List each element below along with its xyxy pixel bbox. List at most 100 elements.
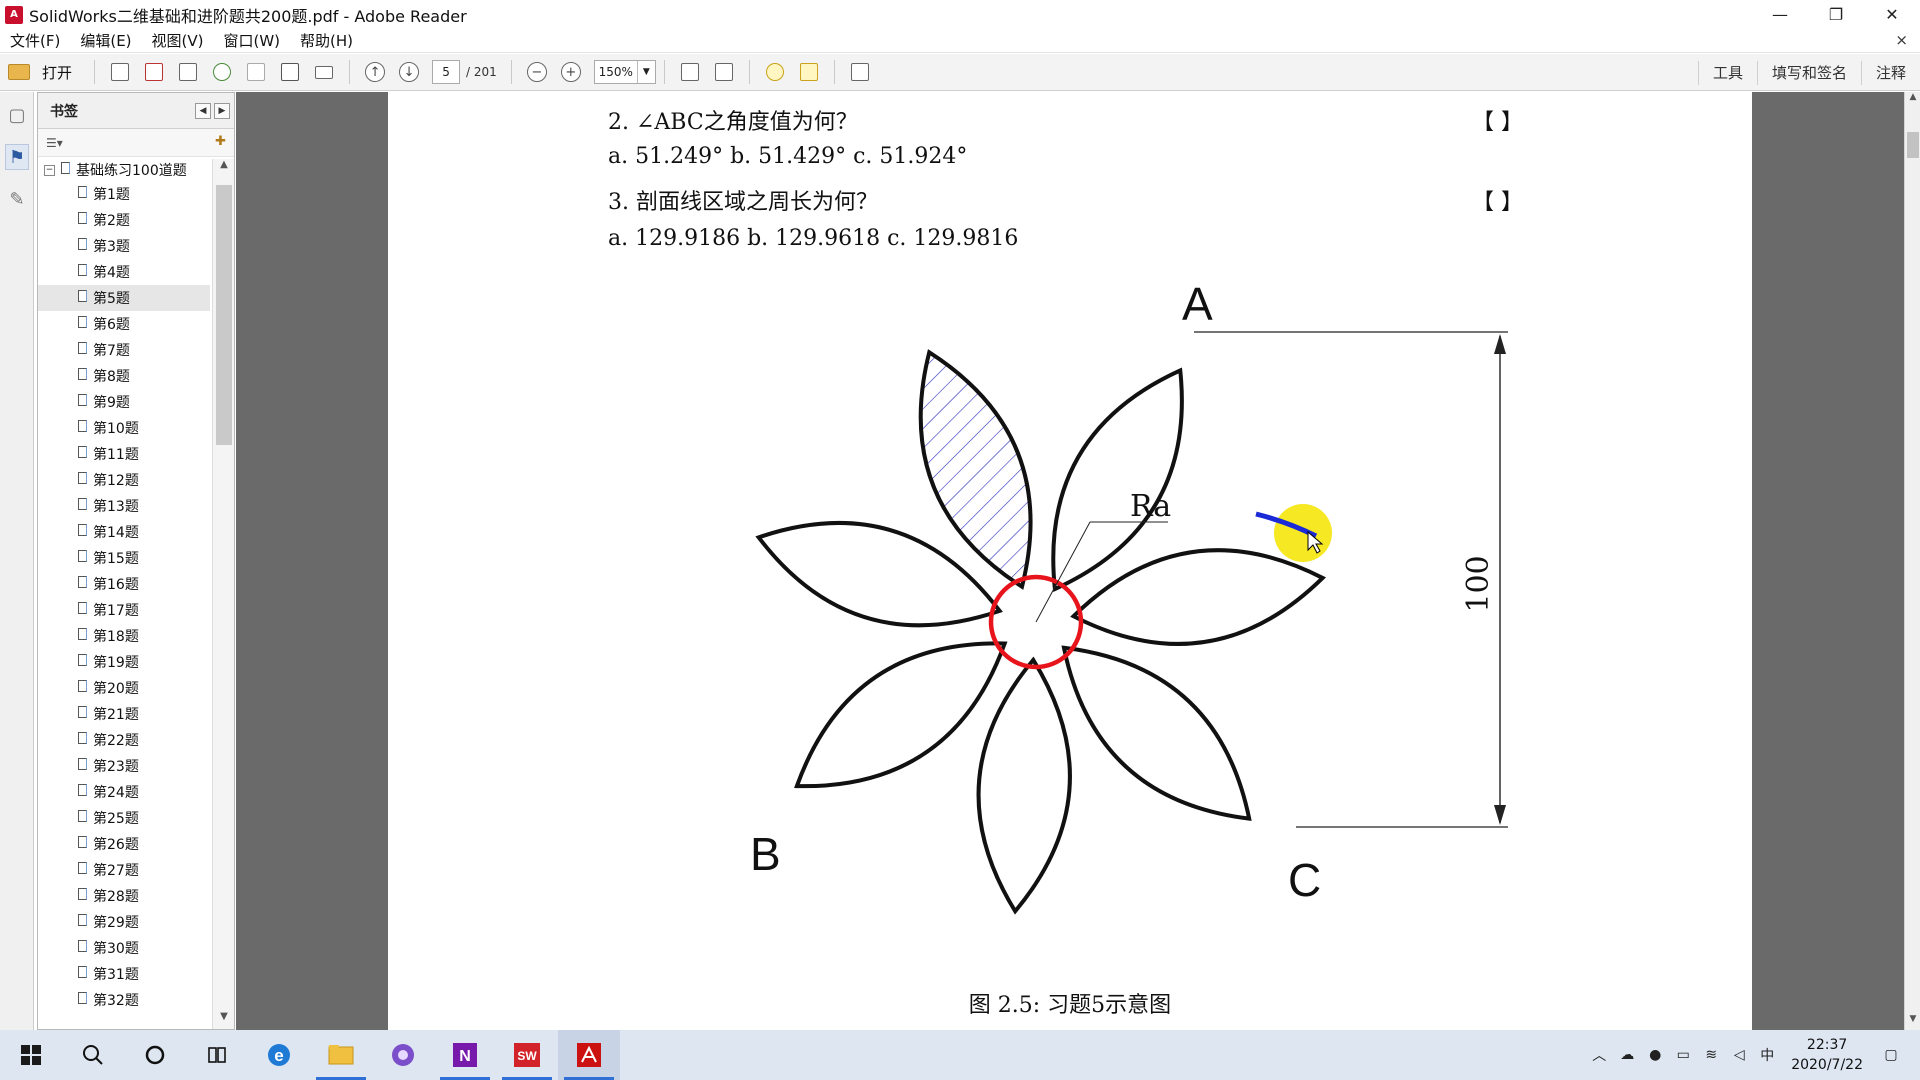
chevron-up-icon[interactable]: ︿ [1588,1045,1610,1065]
chevron-down-icon[interactable]: ▼ [636,61,655,83]
bookmark-item[interactable]: 第17题 [38,597,210,623]
bookmark-item[interactable]: 第13题 [38,493,210,519]
edit-pdf-button[interactable] [175,59,201,85]
edge-button[interactable]: e [248,1030,310,1080]
bookmark-item[interactable]: 第15题 [38,545,210,571]
cortana-button[interactable] [124,1030,186,1080]
bookmark-item[interactable]: 第2题 [38,207,210,233]
clock[interactable]: 22:37 2020/7/22 [1791,1035,1863,1075]
bookmark-item[interactable]: 第31题 [38,961,210,987]
bookmark-item[interactable]: 第25题 [38,805,210,831]
scroll-up-icon[interactable]: ▲ [1905,92,1920,108]
close-button[interactable]: ✕ [1864,0,1920,29]
bookmark-item[interactable]: 第7题 [38,337,210,363]
zoom-out-button[interactable]: − [524,59,550,85]
solidworks-button[interactable]: SW [496,1030,558,1080]
scroll-down-icon[interactable]: ▼ [213,1011,235,1029]
bookmark-item[interactable]: 第22题 [38,727,210,753]
restore-button[interactable]: ❐ [1808,0,1864,29]
save-button[interactable] [243,59,269,85]
bookmark-item[interactable]: 第32题 [38,987,210,1013]
task-view-button[interactable] [186,1030,248,1080]
collapse-toggle-icon[interactable]: − [44,164,55,176]
adobe-reader-button[interactable] [558,1030,620,1080]
menu-view[interactable]: 视图(V) [142,30,214,51]
email-button[interactable] [311,59,337,85]
menu-file[interactable]: 文件(F) [0,30,70,51]
collapse-panel-icon[interactable]: ◀ [195,103,211,119]
open-button[interactable]: 打开 [8,62,72,83]
input-language[interactable]: 中 [1756,1045,1778,1065]
bookmark-item[interactable]: 第3题 [38,233,210,259]
volume-icon[interactable]: ◁ [1728,1047,1750,1063]
bookmark-item[interactable]: 第24题 [38,779,210,805]
scroll-thumb[interactable] [1907,132,1919,158]
new-bookmark-icon[interactable]: ✚ [215,134,226,149]
bookmark-item[interactable]: 第18题 [38,623,210,649]
bookmark-item[interactable]: 第23题 [38,753,210,779]
document-scrollbar[interactable]: ▲ ▼ [1904,92,1920,1030]
bookmark-item[interactable]: 第30题 [38,935,210,961]
bookmark-item[interactable]: 第11题 [38,441,210,467]
notification-icon[interactable]: ▢ [1880,1047,1902,1063]
bookmark-item[interactable]: 第8题 [38,363,210,389]
page-thumbnails-icon[interactable]: ▢ [5,102,29,128]
bookmark-item[interactable]: 第4题 [38,259,210,285]
file-explorer-button[interactable] [310,1030,372,1080]
bookmark-item[interactable]: 第21题 [38,701,210,727]
search-button[interactable] [62,1030,124,1080]
onenote-button[interactable]: N [434,1030,496,1080]
zoom-select[interactable]: 150% ▼ [593,60,656,84]
bookmark-item[interactable]: 第14题 [38,519,210,545]
bookmark-item[interactable]: 第16题 [38,571,210,597]
tools-button[interactable]: 工具 [1697,60,1757,85]
bookmark-item[interactable]: 第9题 [38,389,210,415]
bookmark-item[interactable]: 第27题 [38,857,210,883]
next-page-button[interactable]: ↓ [396,59,422,85]
comment-button[interactable] [762,59,788,85]
fill-sign-button[interactable]: 填写和签名 [1756,60,1861,85]
close-document-button[interactable]: × [1895,31,1908,49]
bookmark-item[interactable]: 第10题 [38,415,210,441]
bookmark-item[interactable]: 第1题 [38,181,210,207]
microphone-icon[interactable]: ● [1644,1047,1666,1063]
bookmark-scrollbar[interactable]: ▲ ▼ [212,159,234,1029]
menu-edit[interactable]: 编辑(E) [70,30,141,51]
bookmark-item[interactable]: 第28题 [38,883,210,909]
attachments-icon[interactable]: ✎ [5,186,29,212]
fit-width-button[interactable] [677,59,703,85]
bookmark-options-icon[interactable]: ☰▾ [46,136,63,150]
scroll-up-icon[interactable]: ▲ [213,159,235,177]
panel-options-icon[interactable]: ▶ [214,103,230,119]
menu-help[interactable]: 帮助(H) [290,30,363,51]
menu-window[interactable]: 窗口(W) [214,30,291,51]
cloud-upload-button[interactable] [209,59,235,85]
scroll-down-icon[interactable]: ▼ [1905,1014,1920,1030]
battery-icon[interactable]: ▭ [1672,1047,1694,1063]
bookmark-item[interactable]: 第5题 [38,285,210,311]
bookmark-panel-icon[interactable]: ⚑ [5,144,29,170]
start-button[interactable] [0,1030,62,1080]
prev-page-button[interactable]: ↑ [362,59,388,85]
wifi-icon[interactable]: ≋ [1700,1047,1722,1063]
network-share-icon[interactable]: ☁ [1616,1047,1638,1063]
print-button[interactable] [277,59,303,85]
minimize-button[interactable]: — [1752,0,1808,29]
create-pdf-button[interactable] [107,59,133,85]
zoom-in-button[interactable]: + [558,59,584,85]
fit-page-button[interactable] [711,59,737,85]
fullscreen-button[interactable] [847,59,873,85]
bookmark-item[interactable]: 第20题 [38,675,210,701]
comment-panel-button[interactable]: 注释 [1860,60,1920,85]
highlight-button[interactable] [796,59,822,85]
bookmark-item[interactable]: 第29题 [38,909,210,935]
bookmark-item[interactable]: 第26题 [38,831,210,857]
page-number-input[interactable]: 5 [432,60,461,84]
media-app-button[interactable] [372,1030,434,1080]
export-pdf-button[interactable] [141,59,167,85]
bookmark-root[interactable]: − 基础练习100道题 [38,159,210,181]
bookmark-item[interactable]: 第6题 [38,311,210,337]
scroll-thumb[interactable] [216,185,232,445]
bookmark-item[interactable]: 第12题 [38,467,210,493]
bookmark-item[interactable]: 第19题 [38,649,210,675]
